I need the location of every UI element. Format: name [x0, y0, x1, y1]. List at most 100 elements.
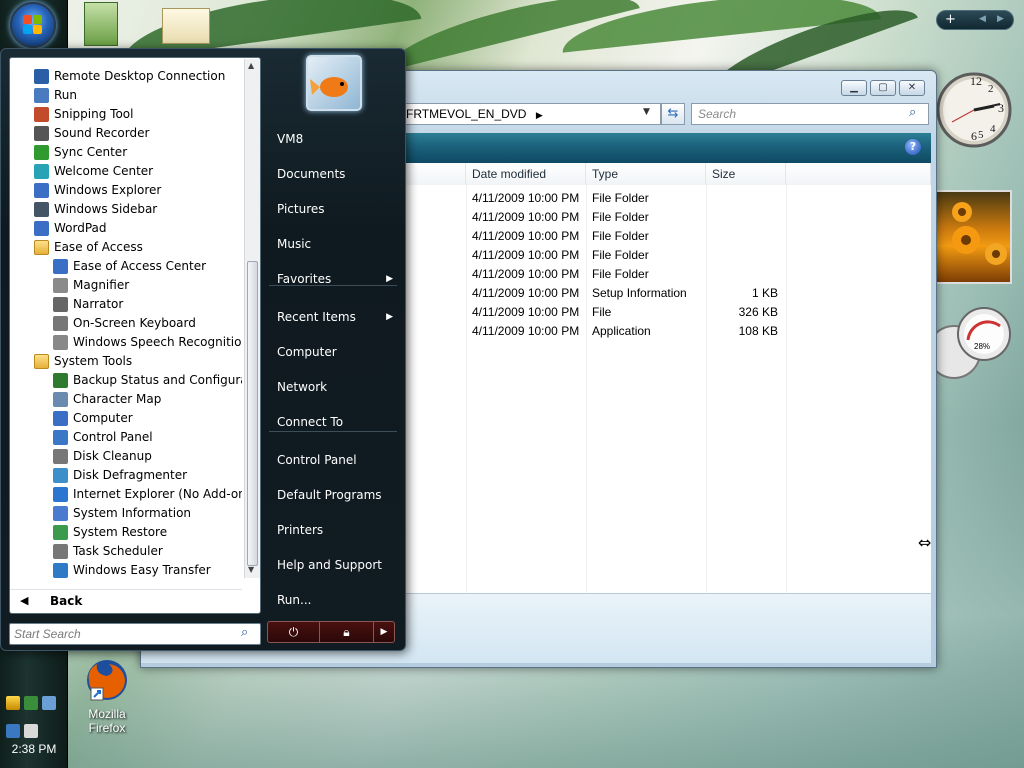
firefox-label-line1: Mozilla [88, 707, 126, 721]
microphone-icon [34, 126, 49, 141]
program-item[interactable]: Control Panel [10, 428, 242, 447]
program-item[interactable]: Disk Cleanup [10, 447, 242, 466]
close-button[interactable]: ✕ [899, 80, 925, 96]
program-item[interactable]: Internet Explorer (No Add-ons) [10, 485, 242, 504]
program-item[interactable]: Welcome Center [10, 162, 242, 181]
program-item[interactable]: Disk Defragmenter [10, 466, 242, 485]
program-label: Sound Recorder [54, 126, 150, 140]
cpu-meter-gadget[interactable]: 28% [927, 300, 1014, 390]
program-item[interactable]: Task Scheduler [10, 542, 242, 561]
program-item[interactable]: Backup Status and Configuration [10, 371, 242, 390]
program-item[interactable]: System Information [10, 504, 242, 523]
program-item[interactable]: Narrator [10, 295, 242, 314]
start-right-item[interactable]: Documents [269, 159, 401, 189]
start-right-item[interactable]: Run... [269, 585, 401, 615]
slideshow-gadget[interactable] [934, 190, 1012, 284]
help-button[interactable]: ? [905, 139, 921, 155]
start-right-item[interactable]: Printers [269, 515, 401, 545]
system-clock[interactable]: 2:38 PM [4, 742, 64, 756]
program-item[interactable]: Computer [10, 409, 242, 428]
program-item[interactable]: System Tools [10, 352, 242, 371]
cell-size [706, 208, 778, 227]
user-picture[interactable] [306, 55, 362, 111]
start-right-item[interactable]: Computer [269, 337, 401, 367]
program-item[interactable]: Snipping Tool [10, 105, 242, 124]
program-label: Disk Cleanup [73, 449, 152, 463]
refresh-button[interactable]: ⇆ [661, 103, 685, 125]
volume-muted-icon[interactable] [24, 724, 38, 738]
power-button[interactable]: ⏻ [268, 622, 320, 642]
scroll-down-icon[interactable]: ▼ [248, 565, 254, 574]
network-check-icon[interactable] [24, 696, 38, 710]
address-bar[interactable]: FRTMEVOL_EN_DVD ▶ [399, 103, 661, 125]
column-header-size[interactable]: Size [706, 163, 786, 185]
svg-text:3: 3 [998, 101, 1004, 115]
program-label: Ease of Access [54, 240, 143, 254]
start-search-icon[interactable]: ⌕ [241, 625, 248, 640]
search-icon[interactable]: ⌕ [909, 105, 916, 120]
column-header-date[interactable]: Date modified [466, 163, 586, 185]
program-label: Sync Center [54, 145, 128, 159]
start-right-item[interactable]: Pictures [269, 194, 401, 224]
maximize-button[interactable]: ▢ [870, 80, 896, 96]
program-label: Snipping Tool [54, 107, 134, 121]
cell-date: 4/11/2009 10:00 PM [472, 248, 580, 262]
prev-arrow-icon[interactable]: ◀ [979, 14, 986, 24]
firefox-desktop-icon[interactable]: Mozilla Firefox [76, 656, 138, 735]
start-right-label: Music [277, 237, 312, 251]
scroll-thumb[interactable] [247, 261, 258, 566]
add-gadget-icon[interactable]: + [945, 12, 956, 27]
address-path: FRTMEVOL_EN_DVD [406, 107, 527, 121]
sidebar-controls[interactable]: + ◀ ▶ [936, 10, 1014, 30]
cell-type: File Folder [592, 267, 649, 281]
start-right-item[interactable]: Recent Items ▶ [269, 302, 401, 332]
archive-desktop-icon[interactable] [84, 2, 118, 46]
svg-text:12: 12 [970, 74, 982, 88]
cell-size [706, 265, 778, 284]
program-item[interactable]: Windows Sidebar [10, 200, 242, 219]
start-right-item[interactable]: Default Programs [269, 480, 401, 510]
program-item[interactable]: Ease of Access [10, 238, 242, 257]
program-item[interactable]: Windows Explorer [10, 181, 242, 200]
network-icon[interactable] [6, 724, 20, 738]
start-right-item[interactable]: Help and Support [269, 550, 401, 580]
minimize-button[interactable]: ▁ [841, 80, 867, 96]
certificate-desktop-icon[interactable] [162, 8, 210, 44]
security-shield-icon[interactable] [6, 696, 20, 710]
power-buttons: ⏻ 🔒︎ ▶ [267, 621, 395, 643]
programs-scrollbar[interactable]: ▲ ▼ [244, 59, 260, 578]
breadcrumb-chevron-icon[interactable]: ▶ [536, 110, 543, 120]
program-item[interactable]: Character Map [10, 390, 242, 409]
program-item[interactable]: Sync Center [10, 143, 242, 162]
start-right-item[interactable]: VM8 [269, 124, 401, 154]
address-dropdown-icon[interactable]: ▼ [643, 107, 650, 117]
start-right-item[interactable]: Network [269, 372, 401, 402]
program-item[interactable]: On-Screen Keyboard [10, 314, 242, 333]
program-item[interactable]: WordPad [10, 219, 242, 238]
program-item[interactable]: Ease of Access Center [10, 257, 242, 276]
search-input[interactable]: Search [691, 103, 929, 125]
monitor-icon[interactable] [42, 696, 56, 710]
lock-button[interactable]: 🔒︎ [320, 622, 374, 642]
start-button[interactable] [10, 2, 56, 48]
program-item[interactable]: Windows Speech Recognition [10, 333, 242, 352]
start-menu: Remote Desktop Connection Run Snipping Too… [0, 48, 406, 651]
program-item[interactable]: System Restore [10, 523, 242, 542]
run-icon [34, 88, 49, 103]
start-right-item[interactable]: Music [269, 229, 401, 259]
shutdown-options-arrow[interactable]: ▶ [374, 622, 394, 642]
program-item[interactable]: Run [10, 86, 242, 105]
program-item[interactable]: Remote Desktop Connection [10, 67, 242, 86]
back-button[interactable]: ◀ Back [10, 589, 242, 613]
start-search-input[interactable]: Start Search [9, 623, 261, 645]
start-right-item[interactable]: Control Panel [269, 445, 401, 475]
next-arrow-icon[interactable]: ▶ [997, 14, 1004, 24]
column-header-type[interactable]: Type [586, 163, 706, 185]
clock-gadget[interactable]: 12 3 6 2 4 5 [934, 50, 1014, 170]
program-item[interactable]: Magnifier [10, 276, 242, 295]
start-right-item[interactable]: Favorites ▶ [269, 264, 401, 294]
start-right-item[interactable]: Connect To [269, 407, 401, 437]
scroll-up-icon[interactable]: ▲ [248, 61, 254, 70]
program-item[interactable]: Sound Recorder [10, 124, 242, 143]
program-item[interactable]: Windows Easy Transfer [10, 561, 242, 580]
